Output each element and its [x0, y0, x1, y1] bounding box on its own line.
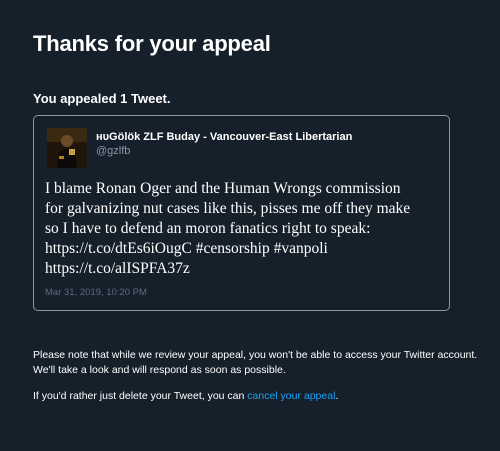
- author-avatar: [47, 128, 87, 168]
- avatar-image: [47, 128, 87, 168]
- delete-notice-text: If you'd rather just delete your Tweet, …: [33, 390, 248, 402]
- review-notice: Please note that while we review your ap…: [33, 349, 478, 376]
- cancel-appeal-link[interactable]: cancel your appeal: [247, 390, 335, 402]
- appealed-tweet-card: ʜᴜGölök ZLF Buday - Vancouver-East Liber…: [33, 115, 450, 311]
- tweet-timestamp: Mar 31, 2019, 10:20 PM: [45, 287, 147, 298]
- tweet-text-line: for galvanizing nut cases like this, pis…: [45, 200, 411, 217]
- delete-notice-period: .: [335, 390, 339, 402]
- tweet-author-name: ʜᴜGölök ZLF Buday - Vancouver-East Liber…: [96, 131, 353, 143]
- tweet-author-handle: @gzlfb: [96, 145, 131, 157]
- tweet-text: I blame Ronan Oger and the Human Wrongs …: [45, 179, 445, 279]
- delete-tweet-notice: If you'd rather just delete your Tweet, …: [33, 390, 338, 402]
- tweet-text-line: https://t.co/alISPFA37z: [45, 260, 190, 277]
- appeal-count-text: You appealed 1 Tweet.: [33, 91, 171, 106]
- tweet-text-line: so I have to defend an moron fanatics ri…: [45, 220, 371, 237]
- tweet-text-line: I blame Ronan Oger and the Human Wrongs …: [45, 180, 401, 197]
- tweet-text-line: https://t.co/dtEs6iOugC #censorship #van…: [45, 240, 328, 257]
- page-title: Thanks for your appeal: [33, 31, 271, 56]
